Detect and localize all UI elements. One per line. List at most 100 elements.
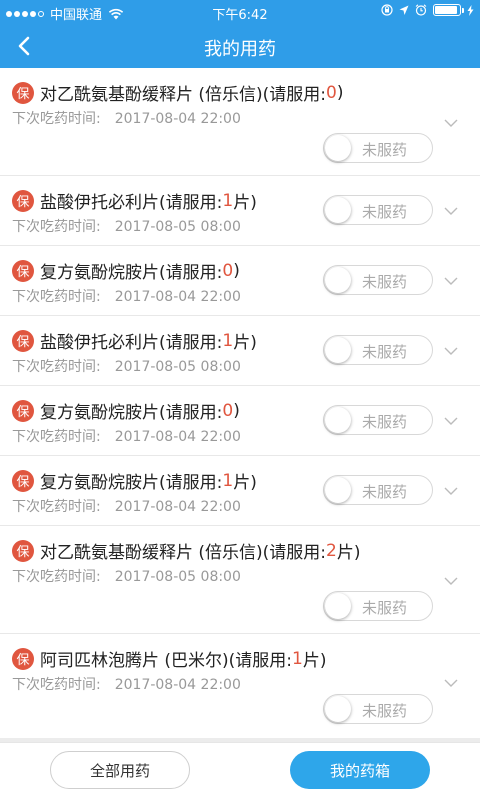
medication-title: 保 对乙酰氨基酚缓释片 (倍乐信)(请服用: 2 片) <box>12 538 361 563</box>
taken-toggle[interactable]: 未服药 <box>323 265 433 295</box>
medication-item[interactable]: 保 复方氨酚烷胺片(请服用: 0 ) 下次吃药时间: 2017-08-04 22:0… <box>0 386 480 456</box>
page-title: 我的用药 <box>204 39 276 60</box>
medication-name: 复方氨酚烷胺片(请服用: <box>40 403 223 423</box>
chevron-down-icon[interactable] <box>444 416 458 426</box>
dose-amount: 0 <box>222 260 234 281</box>
navigation-bar: 我的用药 <box>0 24 480 68</box>
next-dose-value: 2017-08-05 08:00 <box>114 359 241 375</box>
dose-amount: 0 <box>222 400 234 421</box>
dose-amount: 0 <box>326 82 337 103</box>
toggle-label: 未服药 <box>362 343 408 361</box>
toggle-label: 未服药 <box>362 273 408 291</box>
dose-amount: 1 <box>222 330 234 351</box>
chevron-down-icon[interactable] <box>444 486 458 496</box>
dose-amount: 1 <box>292 648 303 669</box>
toggle-label: 未服药 <box>362 413 408 431</box>
orientation-lock-icon <box>381 4 393 16</box>
dose-amount: 2 <box>326 540 337 561</box>
toggle-label: 未服药 <box>362 203 408 221</box>
taken-toggle[interactable]: 未服药 <box>323 335 433 365</box>
medication-title: 保 对乙酰氨基酚缓释片 (倍乐信)(请服用: 0 ) <box>12 80 344 105</box>
insurance-badge: 保 <box>12 539 34 562</box>
medication-list[interactable]: 保 对乙酰氨基酚缓释片 (倍乐信)(请服用: 0 ) 下次吃药时间: 2017-08… <box>0 68 480 740</box>
chevron-down-icon[interactable] <box>444 276 458 286</box>
all-medications-button[interactable]: 全部用药 <box>50 751 190 789</box>
medication-title: 保 阿司匹林泡腾片 (巴米尔)(请服用: 1 片) <box>12 646 327 671</box>
toggle-knob <box>325 267 351 293</box>
next-dose-label: 下次吃药时间: <box>12 569 101 585</box>
dose-unit: ) <box>233 400 240 421</box>
toggle-label: 未服药 <box>362 702 408 720</box>
dose-unit: ) <box>233 260 240 281</box>
next-dose-value: 2017-08-04 22:00 <box>114 499 241 515</box>
dose-unit: 片) <box>233 473 257 493</box>
dose-amount: 1 <box>222 190 234 211</box>
toggle-knob <box>325 407 351 433</box>
toggle-label: 未服药 <box>362 141 408 159</box>
chevron-down-icon[interactable] <box>444 118 458 128</box>
insurance-badge: 保 <box>12 329 34 352</box>
alarm-icon <box>415 4 427 16</box>
dose-unit: 片) <box>302 651 327 671</box>
next-dose-time: 下次吃药时间: 2017-08-04 22:00 <box>12 674 241 694</box>
medication-item[interactable]: 保 盐酸伊托必利片(请服用: 1 片) 下次吃药时间: 2017-08-05 08:… <box>0 316 480 386</box>
medication-title: 保 盐酸伊托必利片(请服用: 1 片) <box>12 328 257 353</box>
insurance-badge: 保 <box>12 399 34 422</box>
next-dose-time: 下次吃药时间: 2017-08-04 22:00 <box>12 426 241 446</box>
bottom-bar: 全部用药 我的药箱 <box>0 742 480 800</box>
medication-name: 复方氨酚烷胺片(请服用: <box>40 263 223 283</box>
location-icon <box>399 5 409 15</box>
toggle-knob <box>325 197 351 223</box>
insurance-badge: 保 <box>12 189 34 212</box>
taken-toggle[interactable]: 未服药 <box>323 133 433 163</box>
dose-unit: ) <box>336 82 344 103</box>
medication-name: 盐酸伊托必利片(请服用: <box>40 193 223 213</box>
medication-item[interactable]: 保 对乙酰氨基酚缓释片 (倍乐信)(请服用: 0 ) 下次吃药时间: 2017-08… <box>0 68 480 176</box>
status-right <box>381 4 474 16</box>
battery-icon <box>433 4 464 16</box>
toggle-label: 未服药 <box>362 483 408 501</box>
medication-item[interactable]: 保 复方氨酚烷胺片(请服用: 1 片) 下次吃药时间: 2017-08-04 22:… <box>0 456 480 526</box>
charging-icon <box>467 4 474 16</box>
insurance-badge: 保 <box>12 469 34 492</box>
chevron-down-icon[interactable] <box>444 346 458 356</box>
toggle-knob <box>325 135 351 161</box>
medication-name: 复方氨酚烷胺片(请服用: <box>40 473 223 493</box>
next-dose-time: 下次吃药时间: 2017-08-04 22:00 <box>12 108 241 128</box>
taken-toggle[interactable]: 未服药 <box>323 195 433 225</box>
toggle-knob <box>325 593 351 619</box>
dose-amount: 1 <box>222 470 234 491</box>
insurance-badge: 保 <box>12 259 34 282</box>
next-dose-label: 下次吃药时间: <box>12 289 101 305</box>
taken-toggle[interactable]: 未服药 <box>323 591 433 621</box>
chevron-down-icon[interactable] <box>444 206 458 216</box>
next-dose-time: 下次吃药时间: 2017-08-04 22:00 <box>12 496 241 516</box>
next-dose-time: 下次吃药时间: 2017-08-04 22:00 <box>12 286 241 306</box>
medication-title: 保 盐酸伊托必利片(请服用: 1 片) <box>12 188 257 213</box>
medication-item[interactable]: 保 盐酸伊托必利片(请服用: 1 片) 下次吃药时间: 2017-08-05 08:… <box>0 176 480 246</box>
next-dose-label: 下次吃药时间: <box>12 677 101 693</box>
medication-item[interactable]: 保 阿司匹林泡腾片 (巴米尔)(请服用: 1 片) 下次吃药时间: 2017-08-… <box>0 634 480 736</box>
next-dose-label: 下次吃药时间: <box>12 429 101 445</box>
toggle-knob <box>325 337 351 363</box>
medication-name: 盐酸伊托必利片(请服用: <box>40 333 223 353</box>
chevron-down-icon[interactable] <box>444 678 458 688</box>
next-dose-label: 下次吃药时间: <box>12 359 101 375</box>
next-dose-value: 2017-08-04 22:00 <box>114 677 241 693</box>
taken-toggle[interactable]: 未服药 <box>323 475 433 505</box>
medication-item[interactable]: 保 复方氨酚烷胺片(请服用: 0 ) 下次吃药时间: 2017-08-04 22:0… <box>0 246 480 316</box>
battery-fill <box>435 6 457 14</box>
insurance-badge: 保 <box>12 647 34 670</box>
taken-toggle[interactable]: 未服药 <box>323 694 433 724</box>
next-dose-value: 2017-08-05 08:00 <box>114 569 241 585</box>
taken-toggle[interactable]: 未服药 <box>323 405 433 435</box>
next-dose-label: 下次吃药时间: <box>12 499 101 515</box>
next-dose-value: 2017-08-04 22:00 <box>114 429 241 445</box>
chevron-down-icon[interactable] <box>444 576 458 586</box>
medication-title: 保 复方氨酚烷胺片(请服用: 0 ) <box>12 398 240 423</box>
insurance-badge: 保 <box>12 81 34 104</box>
my-medicine-box-button[interactable]: 我的药箱 <box>290 751 430 789</box>
medication-item[interactable]: 保 对乙酰氨基酚缓释片 (倍乐信)(请服用: 2 片) 下次吃药时间: 2017-0… <box>0 526 480 634</box>
toggle-knob <box>325 477 351 503</box>
medication-name: 阿司匹林泡腾片 (巴米尔)(请服用: <box>40 651 293 671</box>
